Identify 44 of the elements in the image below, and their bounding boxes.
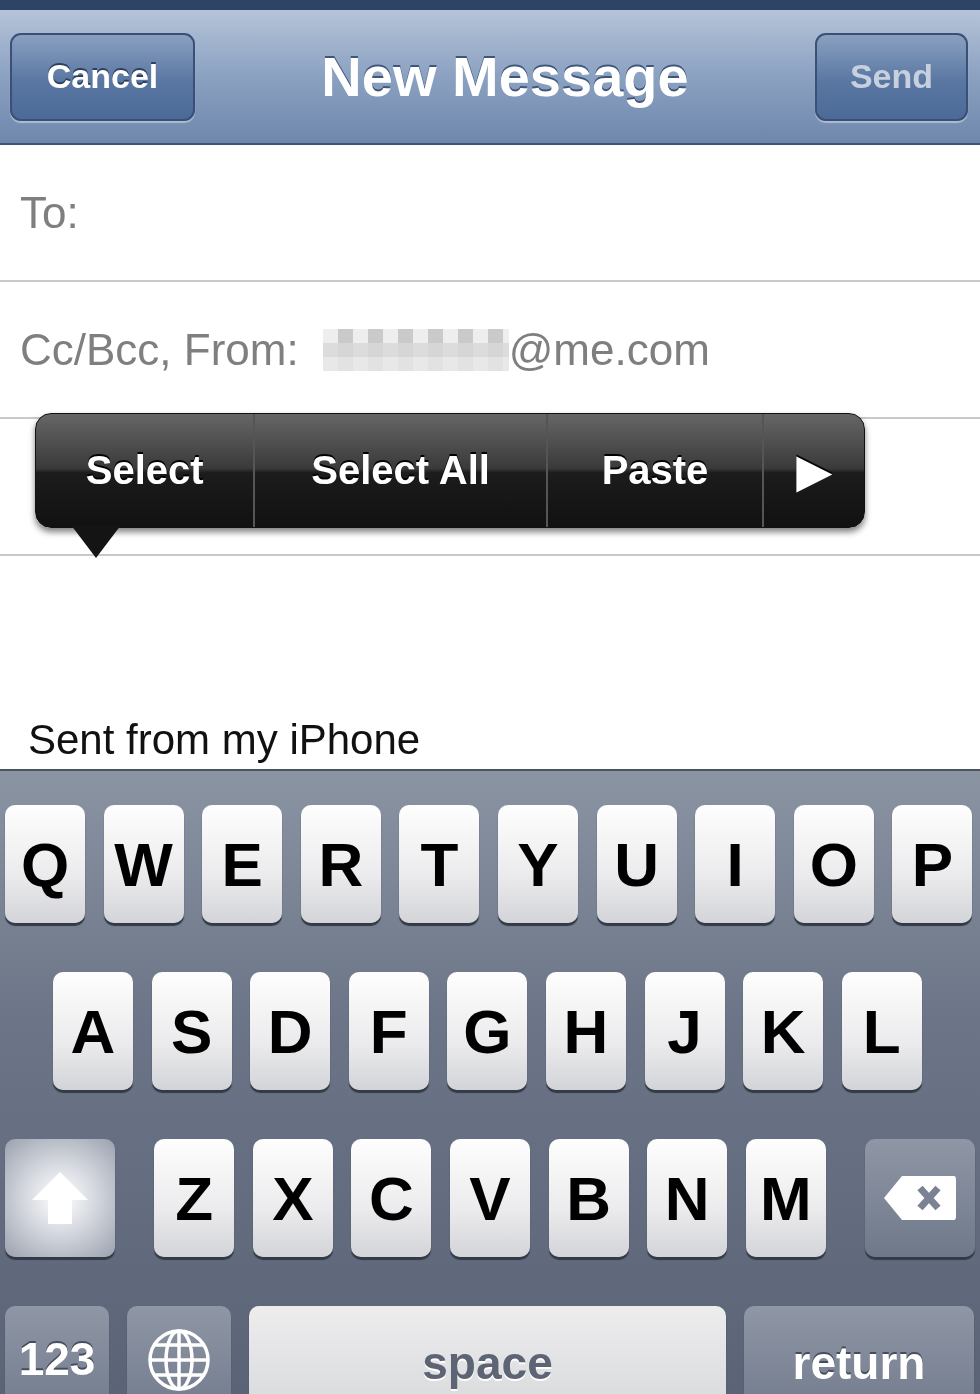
letter-key[interactable]: V <box>450 1139 530 1257</box>
field-label: To: <box>20 187 79 238</box>
space-key[interactable]: space <box>249 1306 726 1394</box>
letter-key[interactable]: K <box>743 972 824 1090</box>
menu-item[interactable]: Paste <box>547 414 765 527</box>
letter-key[interactable]: S <box>151 972 232 1090</box>
letter-key[interactable]: U <box>596 805 677 923</box>
field-label: Cc/Bcc, From: <box>20 324 299 375</box>
globe-key[interactable] <box>127 1306 231 1394</box>
letter-key[interactable]: R <box>300 805 381 923</box>
letter-key[interactable]: W <box>103 805 184 923</box>
menu-item[interactable]: Select All <box>255 414 548 527</box>
letter-key[interactable]: D <box>250 972 331 1090</box>
letter-key[interactable]: C <box>351 1139 432 1257</box>
email-address: @me.com <box>508 324 710 375</box>
globe-icon <box>147 1328 211 1392</box>
letter-key[interactable]: M <box>745 1139 826 1257</box>
letter-key[interactable]: I <box>695 805 776 923</box>
letter-key[interactable]: F <box>348 972 429 1090</box>
letter-key[interactable]: Y <box>497 805 578 923</box>
letter-key[interactable]: L <box>841 972 922 1090</box>
shift-key[interactable] <box>5 1139 115 1257</box>
up-arrow-icon <box>30 1170 90 1226</box>
numbers-key[interactable]: 123 <box>5 1306 109 1394</box>
letter-key[interactable]: A <box>53 972 133 1090</box>
letter-key[interactable]: G <box>447 972 528 1090</box>
letter-key[interactable]: O <box>793 805 874 923</box>
letter-key[interactable]: P <box>892 805 973 923</box>
letter-key[interactable]: E <box>202 805 283 923</box>
letter-key[interactable]: T <box>399 805 480 923</box>
delete-key[interactable] <box>865 1139 975 1257</box>
letter-key[interactable]: B <box>548 1139 629 1257</box>
backspace-icon <box>882 1174 958 1222</box>
signature-text: Sent from my iPhone <box>27 715 422 765</box>
cancel-button[interactable]: Cancel <box>10 32 195 121</box>
letter-key[interactable]: Z <box>154 1139 235 1257</box>
letter-key[interactable]: Q <box>5 805 85 923</box>
letter-key[interactable]: H <box>545 972 626 1090</box>
letter-key[interactable]: N <box>647 1139 728 1257</box>
return-key[interactable]: return <box>744 1306 974 1394</box>
letter-key[interactable]: J <box>644 972 725 1090</box>
more-arrow[interactable]: ▶ <box>764 414 864 527</box>
letter-key[interactable]: X <box>252 1139 333 1257</box>
screen-title: New Message <box>320 44 690 109</box>
